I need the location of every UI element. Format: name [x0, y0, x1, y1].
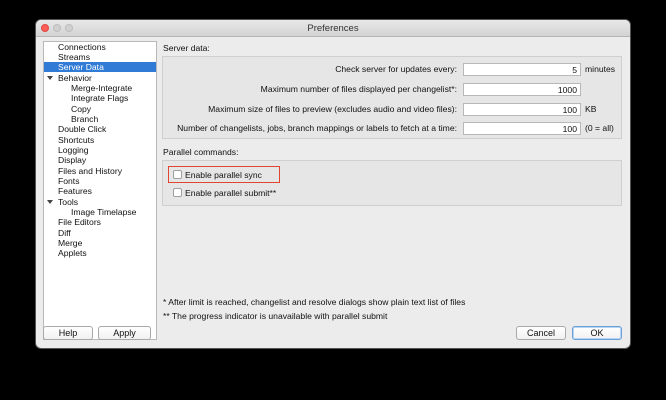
enable-parallel-sync-checkbox[interactable] — [173, 170, 182, 179]
max-preview-size-field[interactable]: 100 — [463, 103, 581, 116]
tree-item-merge-integrate[interactable]: Merge-Integrate — [71, 83, 132, 93]
tree-item-files-and-history[interactable]: Files and History — [58, 166, 122, 176]
window-title: Preferences — [307, 23, 359, 34]
ok-button[interactable]: OK — [572, 326, 622, 340]
tree-item-logging[interactable]: Logging — [58, 145, 89, 155]
tree-item-applets[interactable]: Applets — [58, 248, 87, 258]
tree-item-streams[interactable]: Streams — [58, 52, 90, 62]
cancel-button[interactable]: Cancel — [516, 326, 566, 340]
tree-item-behavior[interactable]: Behavior — [58, 73, 92, 83]
tree-item-image-timelapse[interactable]: Image Timelapse — [71, 207, 136, 217]
check-server-interval-field[interactable]: 5 — [463, 63, 581, 76]
server-data-heading: Server data: — [163, 43, 210, 53]
max-files-field[interactable]: 1000 — [463, 83, 581, 96]
check-server-label: Check server for updates every: — [335, 64, 457, 74]
max-preview-size-unit: KB — [585, 104, 597, 114]
apply-button[interactable]: Apply — [98, 326, 151, 340]
check-server-unit: minutes — [585, 64, 616, 74]
parallel-commands-heading: Parallel commands: — [163, 147, 239, 157]
fetch-count-label: Number of changelists, jobs, branch mapp… — [177, 123, 457, 133]
tree-item-integrate-flags[interactable]: Integrate Flags — [71, 93, 128, 103]
tree-item-shortcuts[interactable]: Shortcuts — [58, 135, 94, 145]
footnote-changelist-limit: * After limit is reached, changelist and… — [163, 297, 466, 307]
tree-item-tools[interactable]: Tools — [58, 197, 78, 207]
tree-item-copy[interactable]: Copy — [71, 104, 91, 114]
tree-item-merge[interactable]: Merge — [58, 238, 82, 248]
disclosure-triangle-icon[interactable] — [47, 76, 53, 80]
tree-item-features[interactable]: Features — [58, 186, 92, 196]
tree-item-diff[interactable]: Diff — [58, 228, 71, 238]
server-data-group: Check server for updates every: 5 minute… — [162, 56, 622, 139]
tree-item-branch[interactable]: Branch — [71, 114, 98, 124]
enable-parallel-submit-checkbox[interactable] — [173, 188, 182, 197]
help-button[interactable]: Help — [43, 326, 93, 340]
tree-item-server-data[interactable]: Server Data — [44, 62, 156, 72]
preferences-category-tree: Connections Streams Server Data Behavior… — [43, 41, 157, 340]
fetch-count-field[interactable]: 100 — [463, 122, 581, 135]
max-files-label: Maximum number of files displayed per ch… — [260, 84, 457, 94]
fetch-count-unit: (0 = all) — [585, 123, 614, 133]
tree-item-double-click[interactable]: Double Click — [58, 124, 106, 134]
preferences-window: Preferences Connections Streams Server D… — [36, 20, 630, 348]
parallel-commands-group: Enable parallel sync Enable parallel sub… — [162, 160, 622, 206]
title-bar: Preferences — [36, 20, 630, 37]
max-preview-size-label: Maximum size of files to preview (exclud… — [208, 104, 457, 114]
tree-item-connections[interactable]: Connections — [58, 42, 106, 52]
tree-item-file-editors[interactable]: File Editors — [58, 217, 101, 227]
enable-parallel-submit-label[interactable]: Enable parallel submit** — [185, 188, 276, 198]
tree-item-display[interactable]: Display — [58, 155, 86, 165]
tree-item-fonts[interactable]: Fonts — [58, 176, 80, 186]
disclosure-triangle-icon[interactable] — [47, 200, 53, 204]
enable-parallel-sync-label[interactable]: Enable parallel sync — [185, 170, 262, 180]
footnote-parallel-submit: ** The progress indicator is unavailable… — [163, 311, 388, 321]
